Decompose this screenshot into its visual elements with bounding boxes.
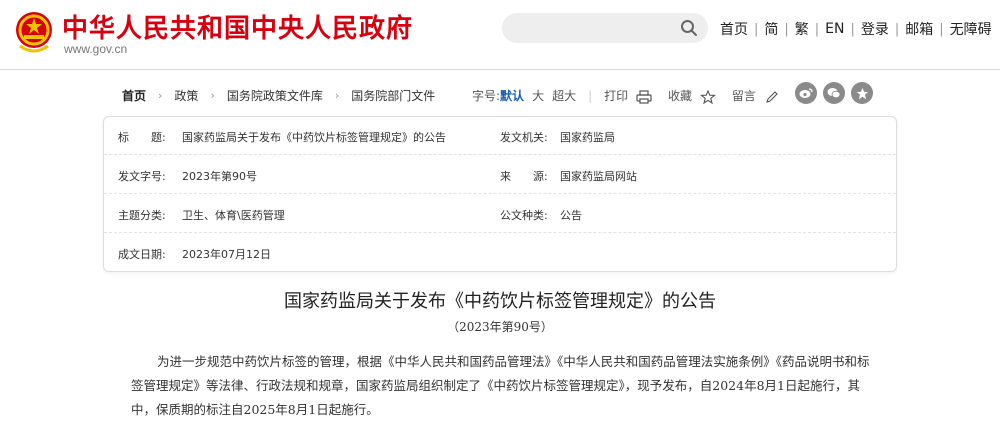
- chevron-right-icon: ›: [158, 89, 163, 102]
- favorite-button[interactable]: 收藏: [668, 87, 716, 104]
- article-doc-number: （2023年第90号）: [447, 320, 553, 334]
- chevron-right-icon: ›: [210, 89, 215, 102]
- nav-divider: |: [894, 21, 900, 37]
- print-button[interactable]: 打印: [604, 87, 652, 104]
- font-size-xlarge[interactable]: 超大: [552, 87, 576, 104]
- top-nav: 首页 | 简 | 繁 | EN | 登录 | 邮箱 | 无障碍: [720, 19, 992, 39]
- nav-english[interactable]: EN: [825, 21, 844, 37]
- site-url: www.gov.cn: [64, 42, 128, 56]
- nav-traditional[interactable]: 繁: [795, 19, 809, 39]
- nav-simplified[interactable]: 简: [764, 19, 778, 39]
- meta-issuer-value: 国家药监局: [560, 131, 615, 144]
- meta-category-value: 卫生、体育\医药管理: [182, 209, 285, 222]
- font-size-label: 字号:: [472, 89, 501, 103]
- nav-divider: |: [784, 21, 789, 37]
- meta-doc-no-value: 2023年第90号: [182, 170, 257, 183]
- meta-doc-no-label: 发文字号:: [118, 170, 166, 183]
- nav-divider: |: [814, 21, 820, 37]
- font-size-default[interactable]: 默认: [500, 87, 524, 104]
- nav-home[interactable]: 首页: [720, 19, 748, 39]
- favorite-label: 收藏: [667, 89, 692, 103]
- printer-icon: [636, 89, 652, 104]
- toolbar-divider: |: [588, 88, 593, 103]
- comment-label: 留言: [731, 89, 756, 103]
- article-title: 国家药监局关于发布《中药饮片标签管理规定》的公告: [284, 291, 716, 312]
- breadcrumb: 首页 › 政策 › 国务院政策文件库 › 国务院部门文件: [122, 87, 435, 104]
- site-title[interactable]: 中华人民共和国中央人民政府: [62, 8, 413, 45]
- breadcrumb-department-docs[interactable]: 国务院部门文件: [351, 87, 435, 104]
- breadcrumb-toolbar-row: 首页 › 政策 › 国务院政策文件库 › 国务院部门文件 字号: 默认 大 超大…: [0, 80, 1000, 108]
- meta-source-value: 国家药监局网站: [560, 170, 637, 183]
- share-buttons: [795, 82, 873, 104]
- star-outline-icon: [699, 89, 716, 104]
- breadcrumb-home[interactable]: 首页: [122, 87, 146, 104]
- meta-title-value: 国家药监局关于发布《中药饮片标签管理规定》的公告: [182, 131, 446, 144]
- article-toolbar: 字号: 默认 大 超大 | 打印 收藏 留言: [472, 87, 780, 104]
- favorite-star-icon[interactable]: [851, 82, 873, 104]
- meta-type-label: 公文种类:: [500, 209, 548, 222]
- font-size-large[interactable]: 大: [532, 87, 544, 104]
- weibo-icon[interactable]: [795, 82, 817, 104]
- search-icon[interactable]: [680, 19, 698, 37]
- meta-category-label: 主题分类:: [118, 209, 166, 222]
- meta-date-label: 成文日期:: [118, 248, 166, 261]
- chevron-right-icon: ›: [334, 89, 340, 102]
- meta-row-doc-number: 发文字号: 2023年第90号 来 源: 国家药监局网站: [104, 156, 896, 194]
- nav-divider: |: [754, 21, 759, 37]
- article-body-paragraph: 为进一步规范中药饮片标签的管理，根据《中华人民共和国药品管理法》《中华人民共和国…: [131, 354, 870, 417]
- print-label: 打印: [604, 89, 629, 103]
- meta-date-value: 2023年07月12日: [182, 248, 271, 261]
- comment-button[interactable]: 留言: [732, 87, 780, 104]
- meta-row-date: 成文日期: 2023年07月12日: [104, 234, 896, 272]
- meta-type-value: 公告: [560, 209, 582, 222]
- pencil-icon: [765, 90, 778, 103]
- meta-title-label: 标 题:: [118, 131, 166, 144]
- meta-source-label: 来 源:: [500, 170, 548, 183]
- national-emblem-icon[interactable]: [14, 8, 54, 56]
- nav-accessibility[interactable]: 无障碍: [950, 19, 992, 39]
- nav-mail[interactable]: 邮箱: [905, 19, 933, 39]
- meta-row-title: 标 题: 国家药监局关于发布《中药饮片标签管理规定》的公告 发文机关: 国家药监…: [104, 117, 896, 155]
- nav-login[interactable]: 登录: [861, 19, 889, 39]
- site-header: 中华人民共和国中央人民政府 www.gov.cn 首页 | 简 | 繁 | EN…: [0, 0, 1000, 70]
- meta-issuer-label: 发文机关:: [500, 131, 548, 144]
- breadcrumb-policy-library[interactable]: 国务院政策文件库: [227, 87, 323, 104]
- meta-row-category: 主题分类: 卫生、体育\医药管理 公文种类: 公告: [104, 195, 896, 233]
- nav-divider: |: [939, 21, 944, 37]
- nav-divider: |: [850, 21, 855, 37]
- document-metadata-table: 标 题: 国家药监局关于发布《中药饮片标签管理规定》的公告 发文机关: 国家药监…: [103, 116, 897, 272]
- search-input[interactable]: [502, 13, 708, 43]
- breadcrumb-policy[interactable]: 政策: [174, 87, 198, 104]
- wechat-icon[interactable]: [823, 82, 845, 104]
